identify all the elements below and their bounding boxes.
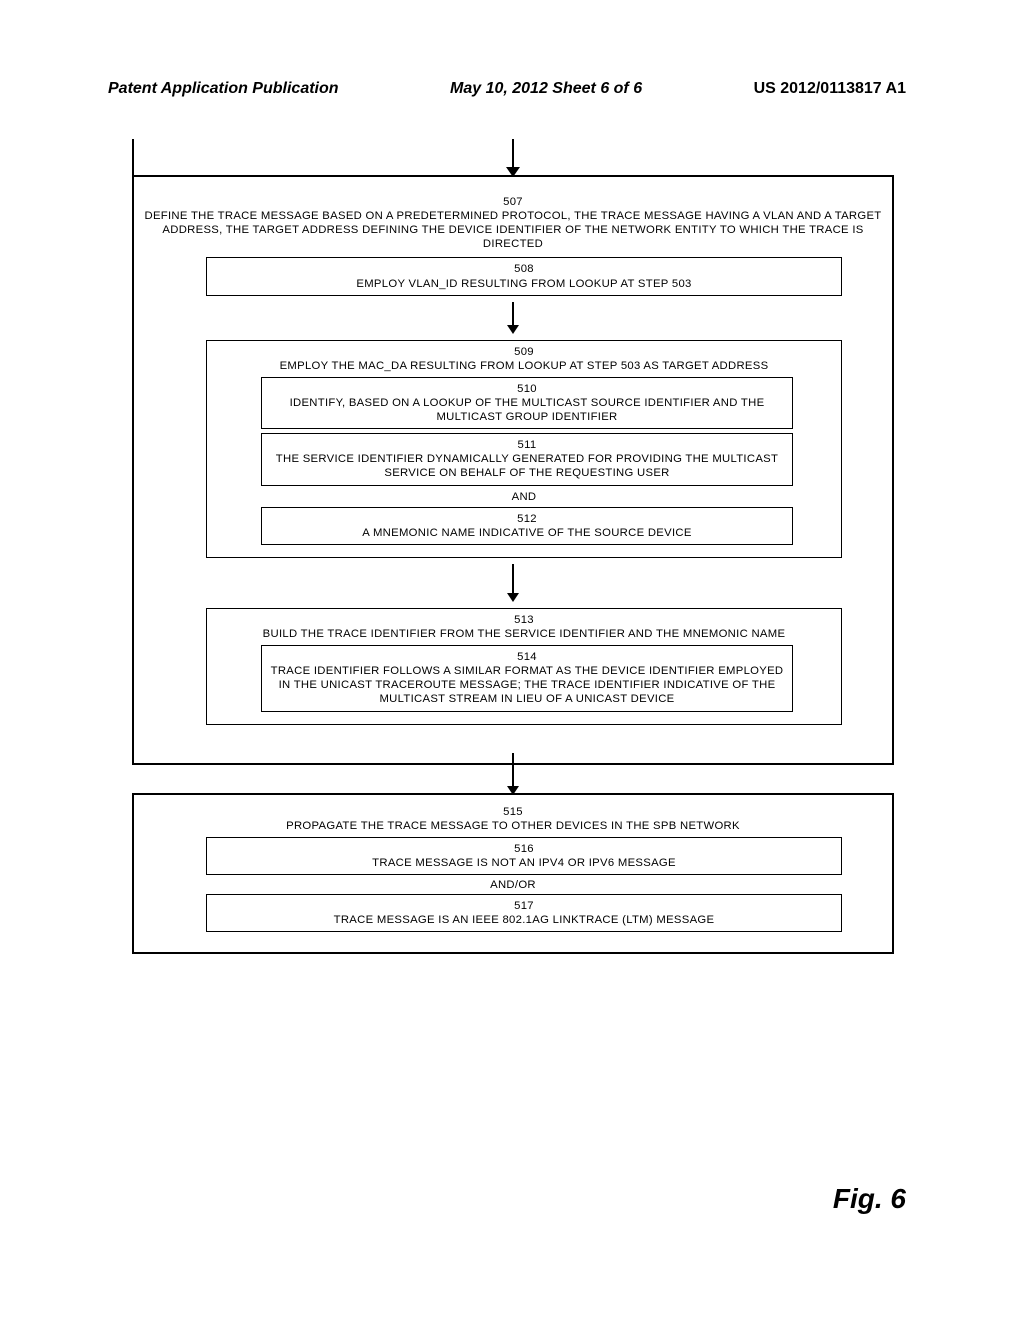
step-511: 511 THE SERVICE IDENTIFIER DYNAMICALLY G…	[261, 433, 793, 485]
top-connector-line	[132, 139, 513, 177]
step-510: 510 IDENTIFY, BASED ON A LOOKUP OF THE M…	[261, 377, 793, 429]
step-512: 512 A MNEMONIC NAME INDICATIVE OF THE SO…	[261, 507, 793, 545]
step-507-body: DEFINE THE TRACE MESSAGE BASED ON A PRED…	[144, 210, 881, 250]
arrow-509-513	[144, 564, 882, 602]
header-left: Patent Application Publication	[108, 80, 339, 98]
step-509: 509 EMPLOY THE MAC_DA RESULTING FROM LOO…	[206, 340, 842, 558]
step-509-body: EMPLOY THE MAC_DA RESULTING FROM LOOKUP …	[280, 360, 769, 372]
step-508-body: EMPLOY VLAN_ID RESULTING FROM LOOKUP AT …	[356, 278, 691, 290]
step-510-num: 510	[270, 382, 784, 396]
step-517-body: TRACE MESSAGE IS AN IEEE 802.1AG LINKTRA…	[334, 914, 715, 926]
arrow-508-509	[144, 302, 882, 334]
step-507-num: 507	[144, 195, 882, 209]
header-right: US 2012/0113817 A1	[754, 80, 906, 98]
step-514-body: TRACE IDENTIFIER FOLLOWS A SIMILAR FORMA…	[271, 665, 784, 705]
step-513-num: 513	[215, 613, 833, 627]
step-513: 513 BUILD THE TRACE IDENTIFIER FROM THE …	[206, 608, 842, 725]
step-515-body: PROPAGATE THE TRACE MESSAGE TO OTHER DEV…	[286, 820, 740, 832]
page-header: Patent Application Publication May 10, 2…	[108, 80, 906, 98]
step-517-num: 517	[215, 899, 833, 913]
step-511-body: THE SERVICE IDENTIFIER DYNAMICALLY GENER…	[276, 453, 778, 479]
step-516-num: 516	[215, 842, 833, 856]
figure-label: Fig. 6	[833, 1183, 906, 1215]
flowchart: 507 DEFINE THE TRACE MESSAGE BASED ON A …	[132, 175, 894, 962]
step-516-body: TRACE MESSAGE IS NOT AN IPV4 OR IPV6 MES…	[372, 857, 676, 869]
header-center: May 10, 2012 Sheet 6 of 6	[450, 80, 642, 98]
step-512-num: 512	[270, 512, 784, 526]
and-label-1: AND	[215, 490, 833, 504]
block-515-outer: 515 PROPAGATE THE TRACE MESSAGE TO OTHER…	[132, 793, 894, 955]
step-510-body: IDENTIFY, BASED ON A LOOKUP OF THE MULTI…	[290, 397, 765, 423]
block-507-outer: 507 DEFINE THE TRACE MESSAGE BASED ON A …	[132, 175, 894, 765]
step-516: 516 TRACE MESSAGE IS NOT AN IPV4 OR IPV6…	[206, 837, 842, 875]
step-508: 508 EMPLOY VLAN_ID RESULTING FROM LOOKUP…	[206, 257, 842, 295]
andor-label: AND/OR	[144, 879, 882, 891]
step-515-num: 515	[144, 805, 882, 819]
step-514-num: 514	[270, 650, 784, 664]
step-507-text: 507 DEFINE THE TRACE MESSAGE BASED ON A …	[144, 195, 882, 251]
step-509-num: 509	[215, 345, 833, 359]
step-512-body: A MNEMONIC NAME INDICATIVE OF THE SOURCE…	[362, 527, 691, 539]
step-513-body: BUILD THE TRACE IDENTIFIER FROM THE SERV…	[263, 628, 786, 640]
step-515-text: 515 PROPAGATE THE TRACE MESSAGE TO OTHER…	[144, 805, 882, 833]
step-517: 517 TRACE MESSAGE IS AN IEEE 802.1AG LIN…	[206, 894, 842, 932]
step-508-num: 508	[215, 262, 833, 276]
arrow-into-icon	[503, 139, 523, 182]
step-514: 514 TRACE IDENTIFIER FOLLOWS A SIMILAR F…	[261, 645, 793, 711]
step-511-num: 511	[270, 438, 784, 452]
